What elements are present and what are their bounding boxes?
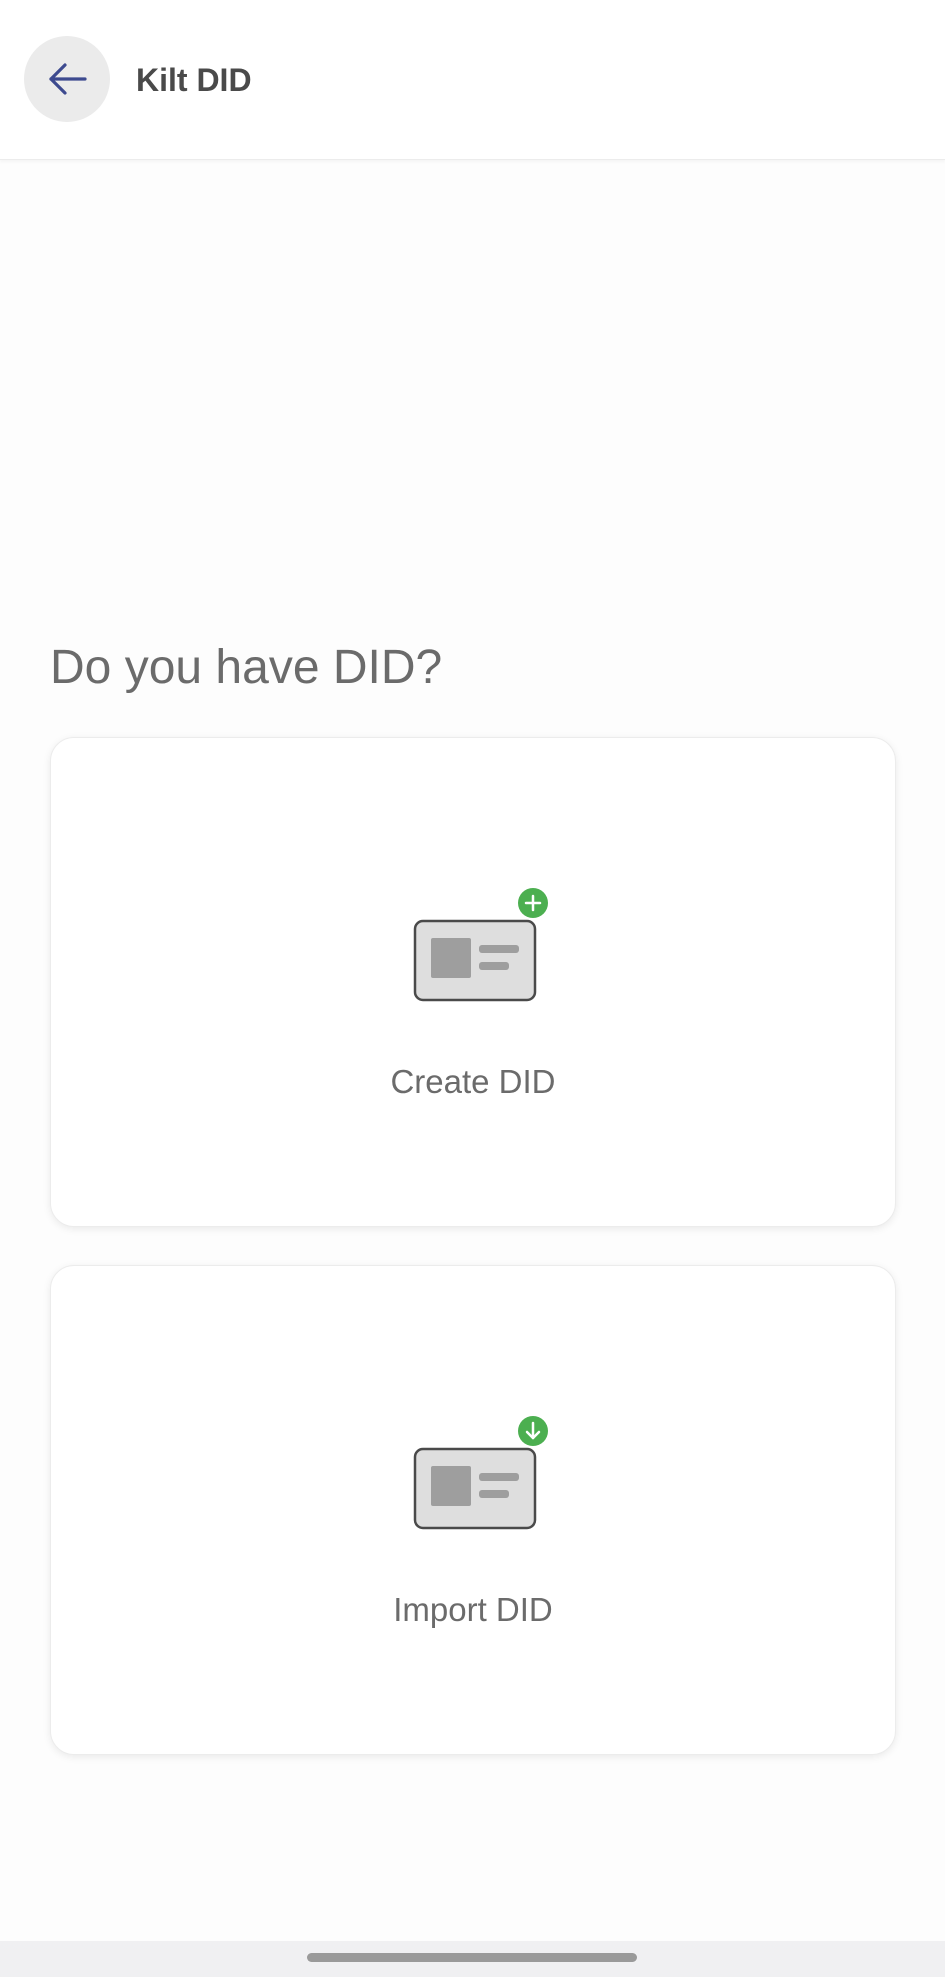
create-did-label: Create DID bbox=[390, 1063, 556, 1100]
import-did-label: Import DID bbox=[393, 1591, 553, 1628]
home-indicator[interactable] bbox=[307, 1953, 637, 1962]
question-heading: Do you have DID? bbox=[50, 641, 443, 694]
create-did-card[interactable]: Create DID bbox=[50, 737, 896, 1227]
import-did-card[interactable]: Import DID bbox=[50, 1265, 896, 1755]
id-card-add-icon bbox=[413, 888, 548, 1002]
page-title: Kilt DID bbox=[136, 62, 252, 98]
arrow-left-icon bbox=[49, 63, 87, 95]
back-button[interactable] bbox=[24, 36, 110, 122]
system-nav-bar bbox=[0, 1941, 945, 1977]
id-card-import-icon bbox=[413, 1416, 548, 1530]
app-header: Kilt DID bbox=[0, 0, 945, 160]
kilt-did-screen: Kilt DID Do you have DID? Create DID Imp… bbox=[0, 0, 945, 1977]
